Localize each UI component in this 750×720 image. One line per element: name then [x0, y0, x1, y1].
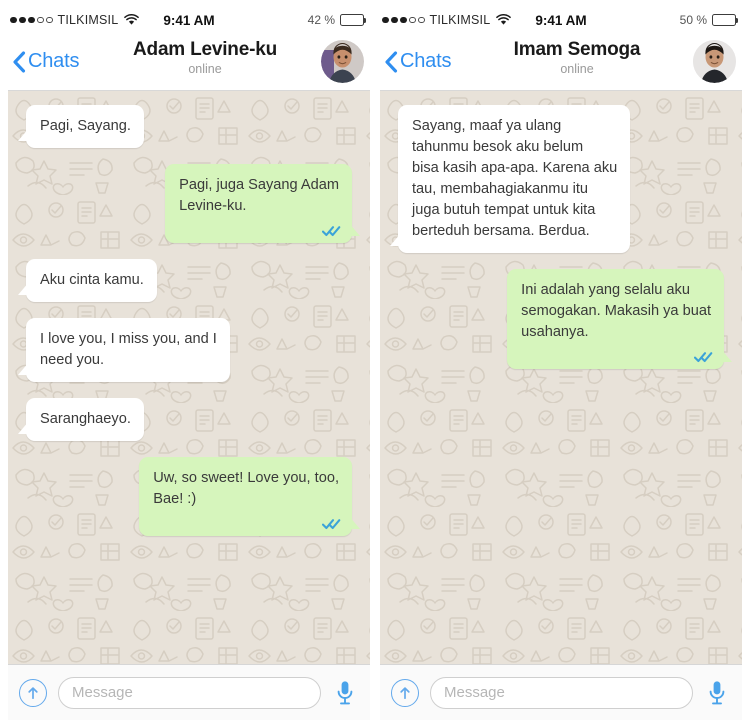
voice-record-button[interactable] — [704, 678, 730, 708]
read-receipt-ticks-icon — [694, 351, 713, 363]
attach-up-arrow-icon — [28, 686, 38, 699]
chat-title-block: Adam Levine-ku online — [98, 39, 312, 77]
message-bubble-in[interactable]: Aku cinta kamu. — [18, 259, 157, 302]
signal-dot — [37, 16, 44, 24]
device-frame: TILKIMSIL 9:41 AM 50 % Chats Imam Semoga… — [380, 7, 742, 720]
status-bar: TILKIMSIL 9:41 AM 42 % — [8, 7, 370, 33]
chat-nav-header: Chats Adam Levine-ku online — [8, 33, 370, 91]
contact-online-status: online — [560, 62, 594, 76]
battery-percent-label: 50 % — [679, 13, 707, 27]
status-bar: TILKIMSIL 9:41 AM 50 % — [380, 7, 742, 33]
contact-name: Adam Levine-ku — [133, 39, 277, 60]
carrier-label: TILKIMSIL — [429, 13, 491, 27]
signal-dot — [19, 16, 26, 24]
avatar-image — [693, 40, 736, 83]
signal-dot — [382, 16, 389, 24]
message-row: Pagi, Sayang. — [17, 105, 361, 148]
signal-dot — [409, 16, 416, 24]
message-row: Saranghaeyo. — [17, 398, 361, 441]
wifi-icon — [124, 14, 140, 25]
contact-online-status: online — [188, 62, 222, 76]
chevron-left-icon — [13, 50, 26, 73]
signal-dot — [418, 16, 425, 24]
battery-percent-label: 42 % — [307, 13, 335, 27]
attach-up-arrow-icon — [400, 686, 410, 699]
phone-screen-right: TILKIMSIL 9:41 AM 50 % Chats Imam Semoga… — [375, 0, 750, 720]
message-row: Aku cinta kamu. — [17, 259, 361, 302]
message-row: Pagi, juga Sayang Adam Levine-ku. — [17, 164, 361, 243]
avatar-image — [321, 40, 364, 83]
signal-dot — [10, 16, 17, 24]
dual-phone-screens: TILKIMSIL 9:41 AM 42 % Chats Adam Levine… — [0, 0, 750, 720]
status-bar-left: TILKIMSIL — [382, 13, 512, 27]
message-bubble-in[interactable]: I love you, I miss you, and I need you. — [18, 318, 230, 382]
attach-button[interactable] — [391, 678, 419, 707]
signal-dot — [46, 16, 53, 24]
message-row: Uw, so sweet! Love you, too, Bae! :) — [17, 457, 361, 536]
message-input[interactable]: Message — [58, 676, 321, 709]
status-bar-right: 50 % — [679, 13, 739, 27]
back-button-label: Chats — [400, 50, 452, 72]
status-bar-right: 42 % — [307, 13, 367, 27]
message-row: Ini adalah yang selalu aku semogakan. Ma… — [389, 269, 733, 369]
chat-message-area: Sayang, maaf ya ulang tahunmu besok aku … — [380, 91, 742, 664]
read-receipt-ticks-icon — [322, 225, 341, 237]
back-button-label: Chats — [28, 50, 80, 72]
wifi-icon — [496, 14, 512, 25]
device-frame: TILKIMSIL 9:41 AM 42 % Chats Adam Levine… — [8, 7, 370, 720]
message-bubble-in[interactable]: Pagi, Sayang. — [18, 105, 144, 148]
message-input-placeholder: Message — [444, 684, 505, 701]
contact-name: Imam Semoga — [513, 39, 641, 60]
signal-dot — [28, 16, 35, 24]
read-receipt-ticks-icon — [322, 518, 341, 530]
voice-record-button[interactable] — [332, 678, 358, 708]
signal-dot — [391, 16, 398, 24]
contact-avatar[interactable] — [321, 40, 364, 83]
signal-strength-indicator — [382, 16, 425, 24]
contact-avatar[interactable] — [693, 40, 736, 83]
chat-title-block: Imam Semoga online — [470, 39, 684, 77]
phone-screen-left: TILKIMSIL 9:41 AM 42 % Chats Adam Levine… — [0, 0, 375, 720]
carrier-label: TILKIMSIL — [57, 13, 119, 27]
microphone-icon — [709, 680, 725, 704]
signal-dot — [400, 16, 407, 24]
message-input[interactable]: Message — [430, 676, 693, 709]
message-list[interactable]: Pagi, Sayang. Pagi, juga Sayang Adam Lev… — [8, 91, 370, 664]
message-row: Sayang, maaf ya ulang tahunmu besok aku … — [389, 105, 733, 253]
attach-button[interactable] — [19, 678, 47, 707]
message-bubble-out[interactable]: Uw, so sweet! Love you, too, Bae! :) — [139, 457, 360, 536]
chat-nav-header: Chats Imam Semoga online — [380, 33, 742, 91]
message-bubble-in[interactable]: Saranghaeyo. — [18, 398, 144, 441]
message-input-bar: Message — [8, 664, 370, 720]
message-bubble-out[interactable]: Pagi, juga Sayang Adam Levine-ku. — [165, 164, 360, 243]
message-bubble-out[interactable]: Ini adalah yang selalu aku semogakan. Ma… — [507, 269, 732, 369]
microphone-icon — [337, 680, 353, 704]
message-bubble-in[interactable]: Sayang, maaf ya ulang tahunmu besok aku … — [389, 105, 631, 253]
chevron-left-icon — [385, 50, 398, 73]
message-row: I love you, I miss you, and I need you. — [17, 318, 361, 382]
status-bar-left: TILKIMSIL — [10, 13, 140, 27]
chat-message-area: Pagi, Sayang. Pagi, juga Sayang Adam Lev… — [8, 91, 370, 664]
back-to-chats-button[interactable]: Chats — [12, 50, 79, 74]
signal-strength-indicator — [10, 16, 53, 24]
back-to-chats-button[interactable]: Chats — [384, 50, 451, 74]
battery-icon — [340, 14, 367, 26]
message-list[interactable]: Sayang, maaf ya ulang tahunmu besok aku … — [380, 91, 742, 664]
battery-icon — [712, 14, 739, 26]
message-input-bar: Message — [380, 664, 742, 720]
message-input-placeholder: Message — [72, 684, 133, 701]
